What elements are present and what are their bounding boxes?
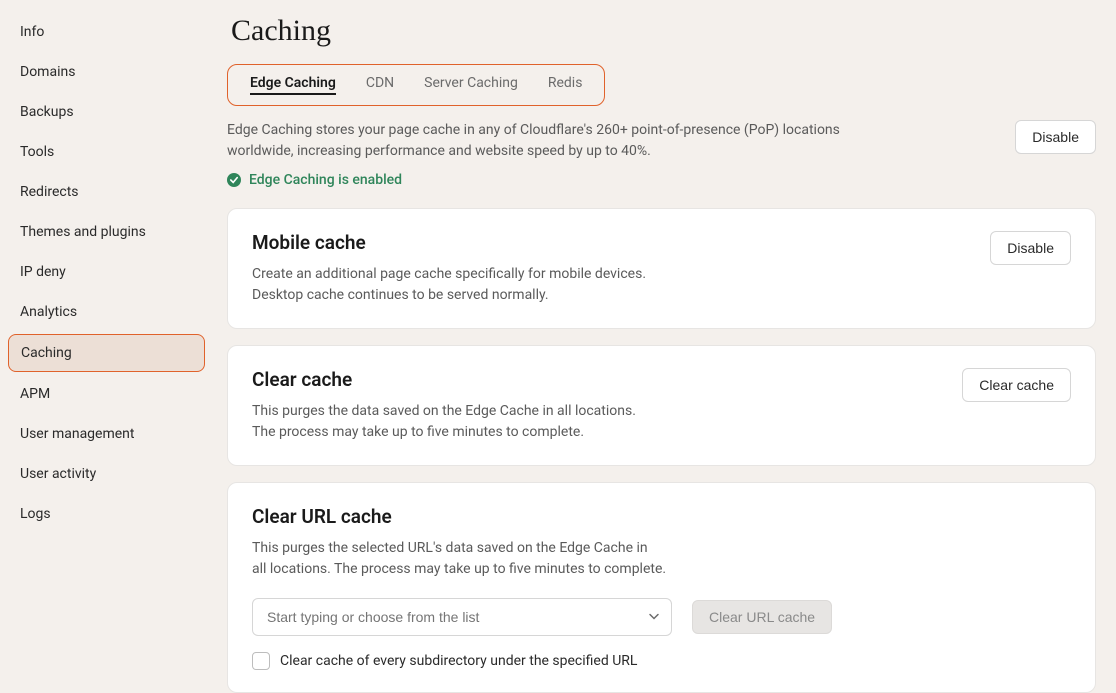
sidebar-item-themes-plugins[interactable]: Themes and plugins	[8, 214, 205, 250]
clear-url-cache-desc: This purges the selected URL's data save…	[252, 538, 1071, 580]
sidebar-item-apm[interactable]: APM	[8, 376, 205, 412]
sidebar-item-domains[interactable]: Domains	[8, 54, 205, 90]
url-input[interactable]	[252, 598, 672, 636]
intro-description: Edge Caching stores your page cache in a…	[227, 120, 847, 162]
subdirectory-checkbox-label: Clear cache of every subdirectory under …	[280, 653, 637, 669]
status-text: Edge Caching is enabled	[249, 172, 402, 188]
mobile-cache-card: Mobile cache Create an additional page c…	[227, 208, 1096, 329]
sidebar-item-tools[interactable]: Tools	[8, 134, 205, 170]
sidebar-item-info[interactable]: Info	[8, 14, 205, 50]
sidebar-item-analytics[interactable]: Analytics	[8, 294, 205, 330]
sidebar-item-backups[interactable]: Backups	[8, 94, 205, 130]
subdirectory-checkbox[interactable]	[252, 652, 270, 670]
intro-row: Edge Caching stores your page cache in a…	[227, 120, 1096, 162]
tab-edge-caching[interactable]: Edge Caching	[250, 75, 336, 95]
tab-server-caching[interactable]: Server Caching	[424, 75, 518, 95]
sidebar-item-caching[interactable]: Caching	[8, 334, 205, 372]
url-select-wrap	[252, 598, 672, 636]
clear-cache-desc: This purges the data saved on the Edge C…	[252, 401, 636, 443]
clear-url-cache-card: Clear URL cache This purges the selected…	[227, 482, 1096, 693]
check-circle-icon	[227, 173, 241, 187]
disable-edge-caching-button[interactable]: Disable	[1015, 120, 1096, 154]
sidebar-item-ip-deny[interactable]: IP deny	[8, 254, 205, 290]
sidebar-item-logs[interactable]: Logs	[8, 496, 205, 532]
page-title: Caching	[227, 14, 1096, 48]
mobile-cache-desc: Create an additional page cache specific…	[252, 264, 646, 306]
clear-cache-title: Clear cache	[252, 368, 636, 391]
clear-url-cache-title: Clear URL cache	[252, 505, 1071, 528]
tab-redis[interactable]: Redis	[548, 75, 583, 95]
sidebar-item-user-activity[interactable]: User activity	[8, 456, 205, 492]
sidebar-item-redirects[interactable]: Redirects	[8, 174, 205, 210]
mobile-cache-title: Mobile cache	[252, 231, 646, 254]
sidebar: Info Domains Backups Tools Redirects The…	[0, 0, 213, 665]
clear-url-cache-button[interactable]: Clear URL cache	[692, 600, 832, 634]
tab-cdn[interactable]: CDN	[366, 75, 394, 95]
disable-mobile-cache-button[interactable]: Disable	[990, 231, 1071, 265]
main-content: Caching Edge Caching CDN Server Caching …	[213, 0, 1116, 665]
sidebar-item-user-management[interactable]: User management	[8, 416, 205, 452]
clear-cache-button[interactable]: Clear cache	[962, 368, 1071, 402]
clear-cache-card: Clear cache This purges the data saved o…	[227, 345, 1096, 466]
tabs: Edge Caching CDN Server Caching Redis	[227, 64, 605, 106]
status-row: Edge Caching is enabled	[227, 172, 1096, 188]
